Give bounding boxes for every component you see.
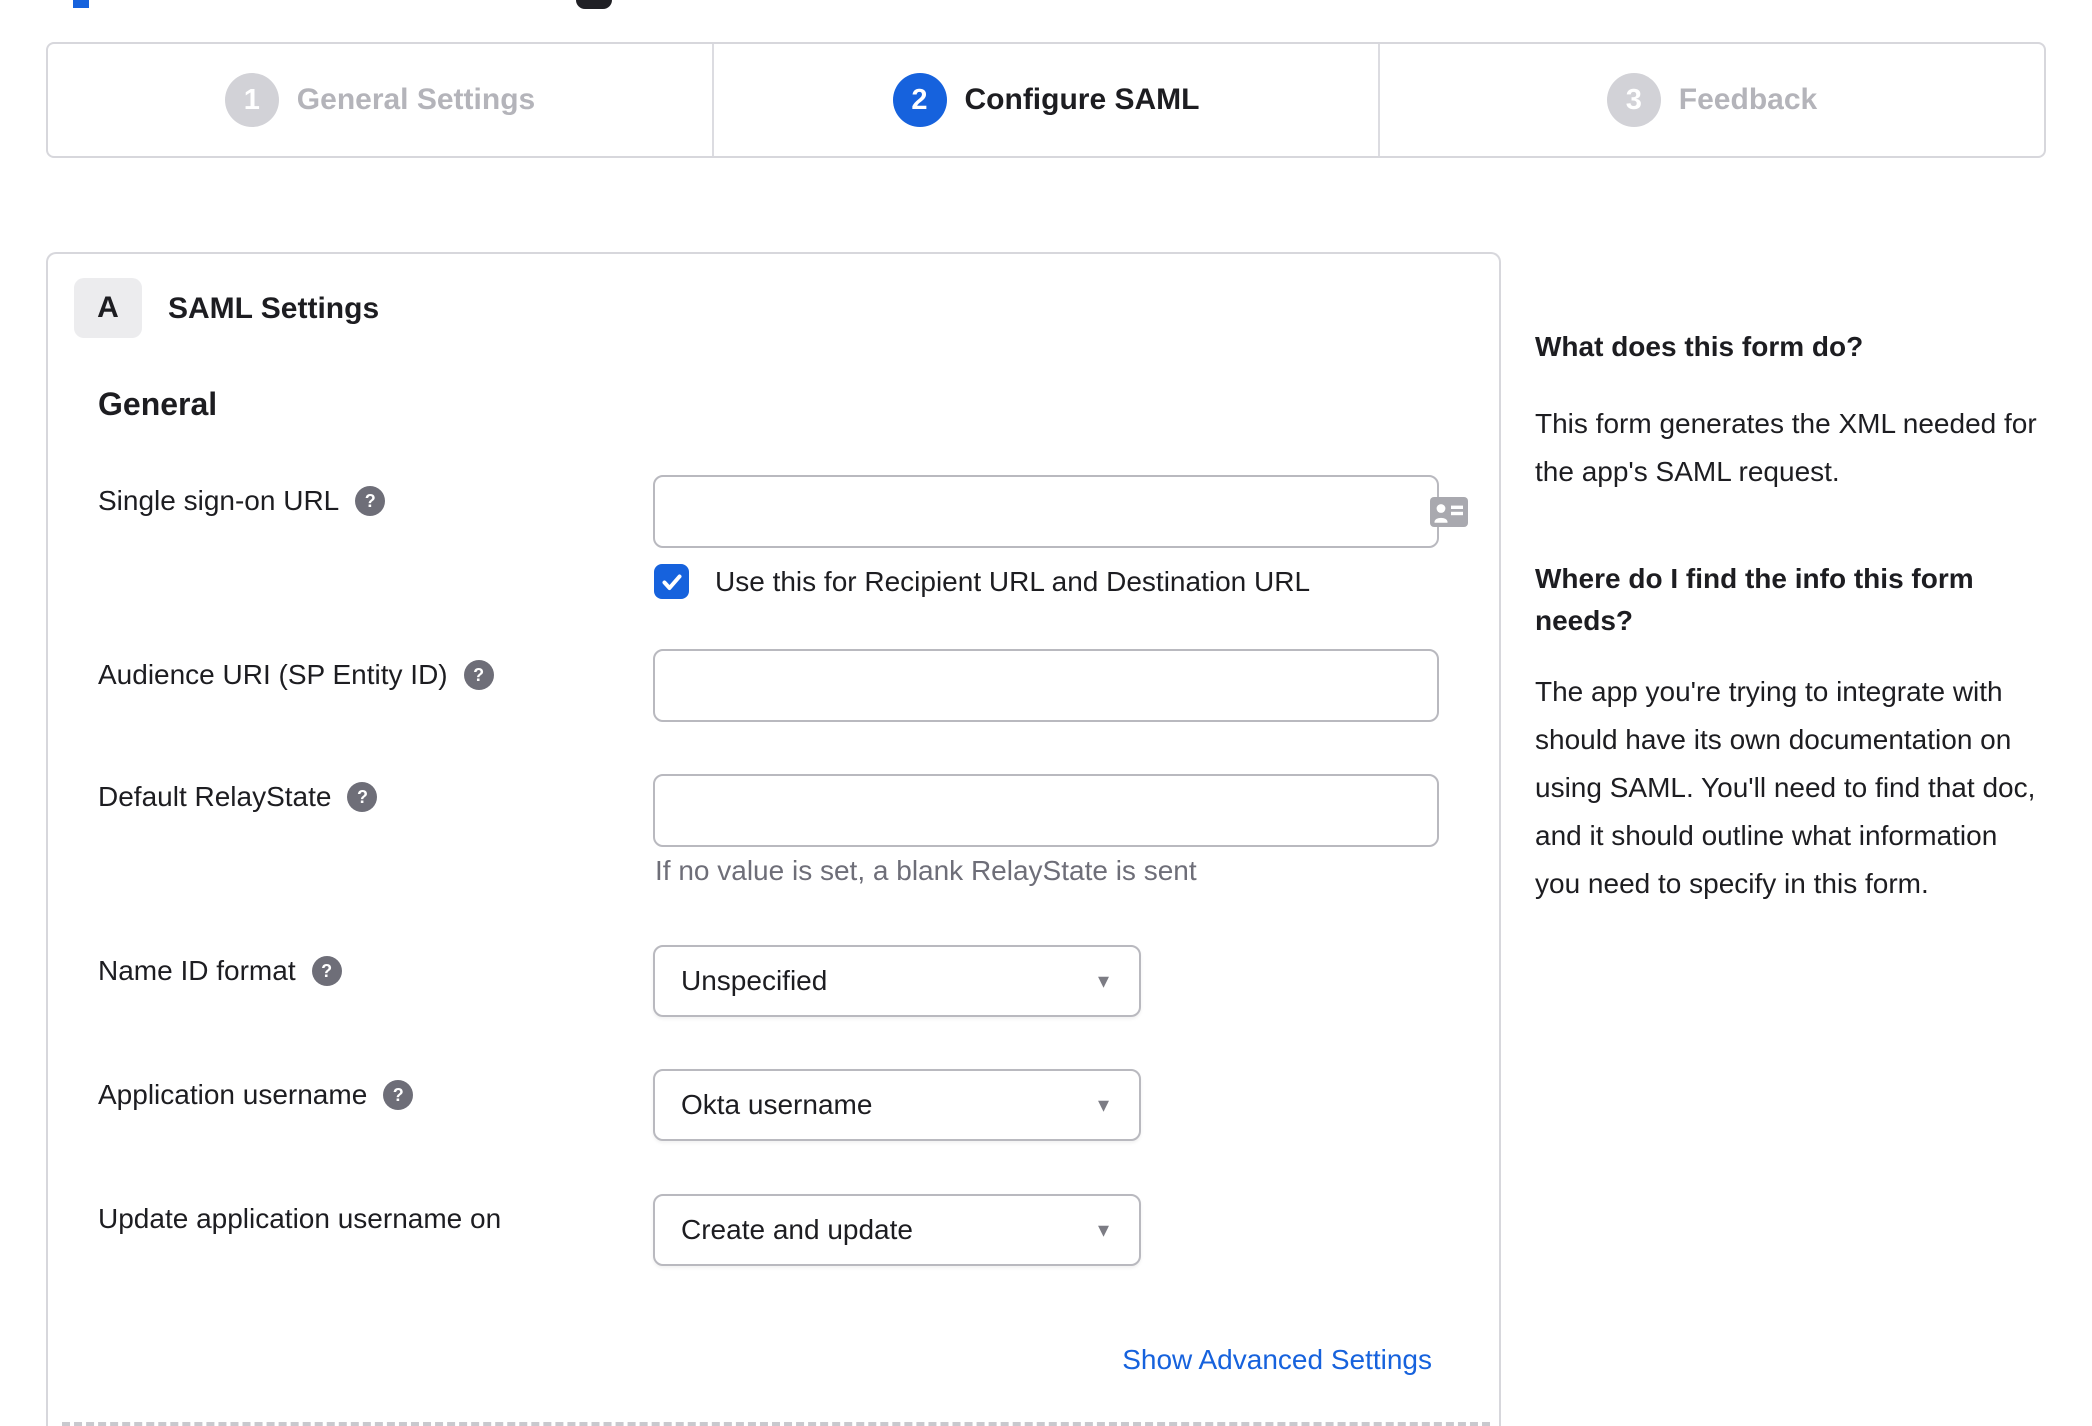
selected-value: Create and update [681,1214,913,1245]
field-label-text: Audience URI (SP Entity ID) [98,659,448,690]
selected-value: Unspecified [681,965,828,996]
name-id-format-select[interactable]: Unspecified ▾ [653,945,1141,1017]
step-configure-saml[interactable]: 2 Configure SAML [712,44,1378,156]
show-advanced-settings-link[interactable]: Show Advanced Settings [1122,1344,1432,1376]
help-icon[interactable]: ? [347,782,378,812]
chevron-down-icon: ▾ [1097,968,1109,993]
name-id-format-label: Name ID format ? [98,954,342,988]
help-icon[interactable]: ? [463,660,494,690]
cutoff-icon-fragment [576,0,612,9]
chevron-down-icon: ▾ [1097,1092,1109,1117]
section-title: SAML Settings [168,292,380,325]
help-icon[interactable]: ? [311,956,342,986]
single-sign-on-url-input[interactable] [653,475,1439,548]
update-application-username-select[interactable]: Create and update ▾ [653,1194,1141,1266]
default-relaystate-input[interactable] [653,774,1439,847]
field-label-text: Application username [98,1079,368,1110]
cutoff-logo-fragment [73,0,89,8]
step-general-settings[interactable]: 1 General Settings [48,44,712,156]
recipient-url-checkbox-row: Use this for Recipient URL and Destinati… [654,564,1310,599]
default-relaystate-label: Default RelayState ? [98,780,378,814]
audience-uri-input[interactable] [653,649,1439,722]
checkmark-icon [662,574,681,590]
relaystate-hint-text: If no value is set, a blank RelayState i… [655,855,1197,886]
single-sign-on-url-label: Single sign-on URL ? [98,484,386,518]
field-label-text: Single sign-on URL [98,485,340,516]
address-card-icon[interactable] [1430,497,1468,527]
checkbox-label: Use this for Recipient URL and Destinati… [715,565,1311,597]
step-number-badge: 2 [892,73,947,127]
help-heading-what: What does this form do? [1535,331,1864,362]
section-dashed-divider [62,1422,1490,1426]
audience-uri-label: Audience URI (SP Entity ID) ? [98,658,494,692]
application-username-label: Application username ? [98,1078,414,1112]
help-icon[interactable]: ? [355,486,386,516]
step-number-badge: 3 [1606,73,1661,127]
use-this-for-recipient-checkbox[interactable] [654,564,689,599]
help-icon[interactable]: ? [383,1080,414,1110]
field-label-text: Name ID format [98,955,296,986]
application-username-select[interactable]: Okta username ▾ [653,1069,1141,1141]
chevron-down-icon: ▾ [1097,1217,1109,1242]
saml-settings-panel: A SAML Settings General Single sign-on U… [46,252,1501,1426]
step-label: Feedback [1678,83,1818,116]
section-a-badge: A [74,278,142,338]
update-application-username-label: Update application username on [98,1202,501,1236]
step-number-badge: 1 [224,73,279,127]
wizard-stepper: 1 General Settings 2 Configure SAML 3 Fe… [46,42,2046,158]
step-label: Configure SAML [964,83,1200,116]
help-body-where: The app you're trying to integrate with … [1535,676,2036,899]
help-heading-where: Where do I find the info this form needs… [1535,563,1974,636]
selected-value: Okta username [681,1089,873,1120]
general-group-title: General [98,386,218,422]
help-body-what: This form generates the XML needed for t… [1535,408,2037,487]
step-label: General Settings [296,83,536,116]
step-feedback[interactable]: 3 Feedback [1378,44,2044,156]
field-label-text: Default RelayState [98,781,332,812]
field-label-text: Update application username on [98,1203,502,1234]
help-sidebar: What does this form do? This form genera… [1535,326,2047,908]
